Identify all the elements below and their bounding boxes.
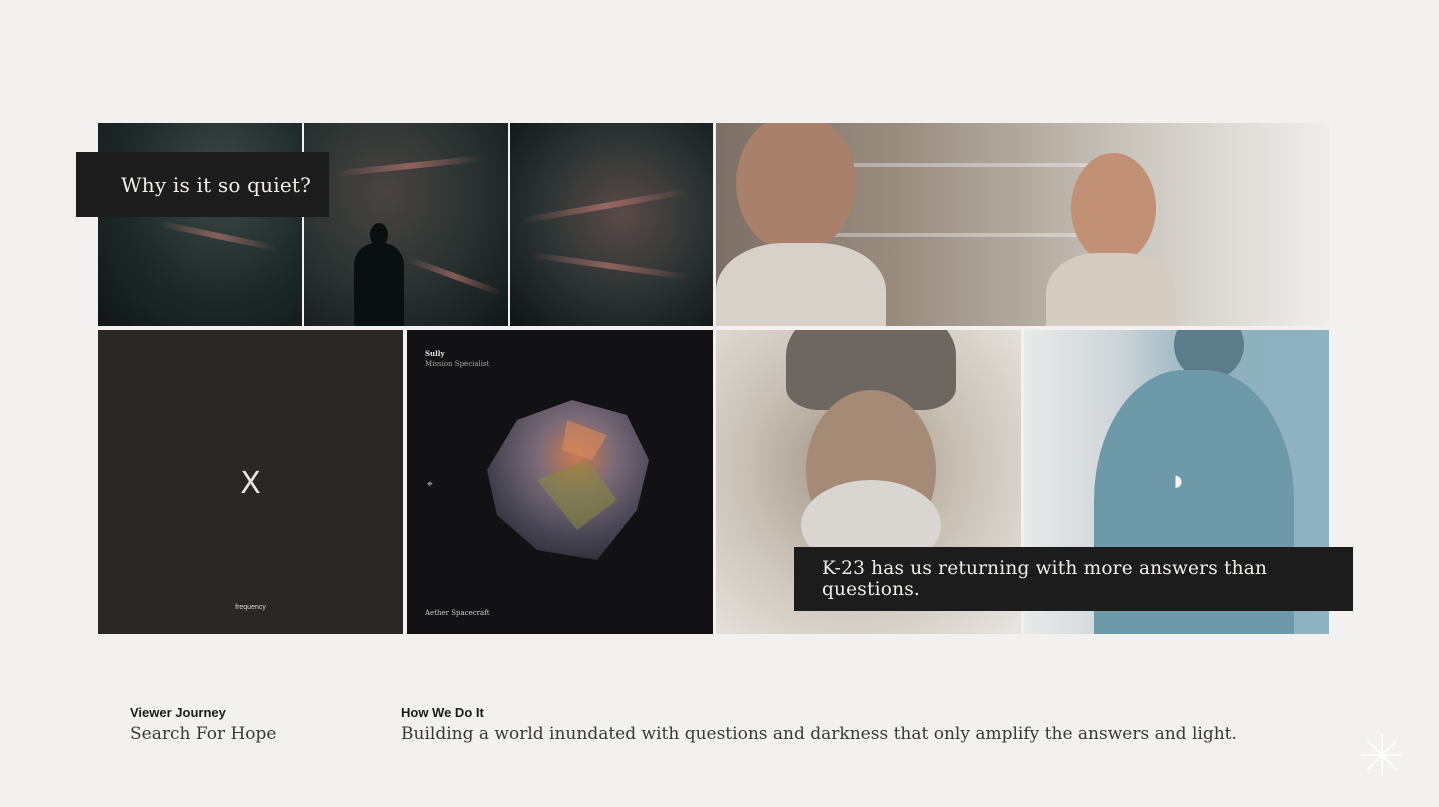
card-name: Sully <box>425 349 445 358</box>
viewer-journey-label: Viewer Journey <box>130 705 226 720</box>
frequency-tile: X frequency <box>98 330 403 634</box>
frequency-label: frequency <box>235 604 266 611</box>
kitchen-scene-image <box>716 123 1329 326</box>
card-role: Mission Specialist <box>425 360 490 368</box>
person-silhouette <box>354 243 404 326</box>
landscape-image-2 <box>304 123 508 326</box>
caption-k23: K-23 has us returning with more answers … <box>794 547 1353 611</box>
card-footer: Aether Spacecraft <box>425 609 490 617</box>
caption-quiet: Why is it so quiet? <box>76 152 329 217</box>
landscape-image-3 <box>510 123 713 326</box>
mission-specialist-card: Sully Mission Specialist ⌖ Aether Spacec… <box>407 330 713 634</box>
crescent-moon-icon: ◗ <box>1174 471 1183 490</box>
sparkle-icon <box>1361 734 1403 776</box>
satellite-icon: ⌖ <box>427 479 433 490</box>
viewer-journey-value: Search For Hope <box>130 724 277 744</box>
how-we-do-it-label: How We Do It <box>401 705 484 720</box>
x-symbol: X <box>240 466 261 501</box>
how-we-do-it-value: Building a world inundated with question… <box>401 724 1237 744</box>
rock-artwork <box>487 400 649 560</box>
